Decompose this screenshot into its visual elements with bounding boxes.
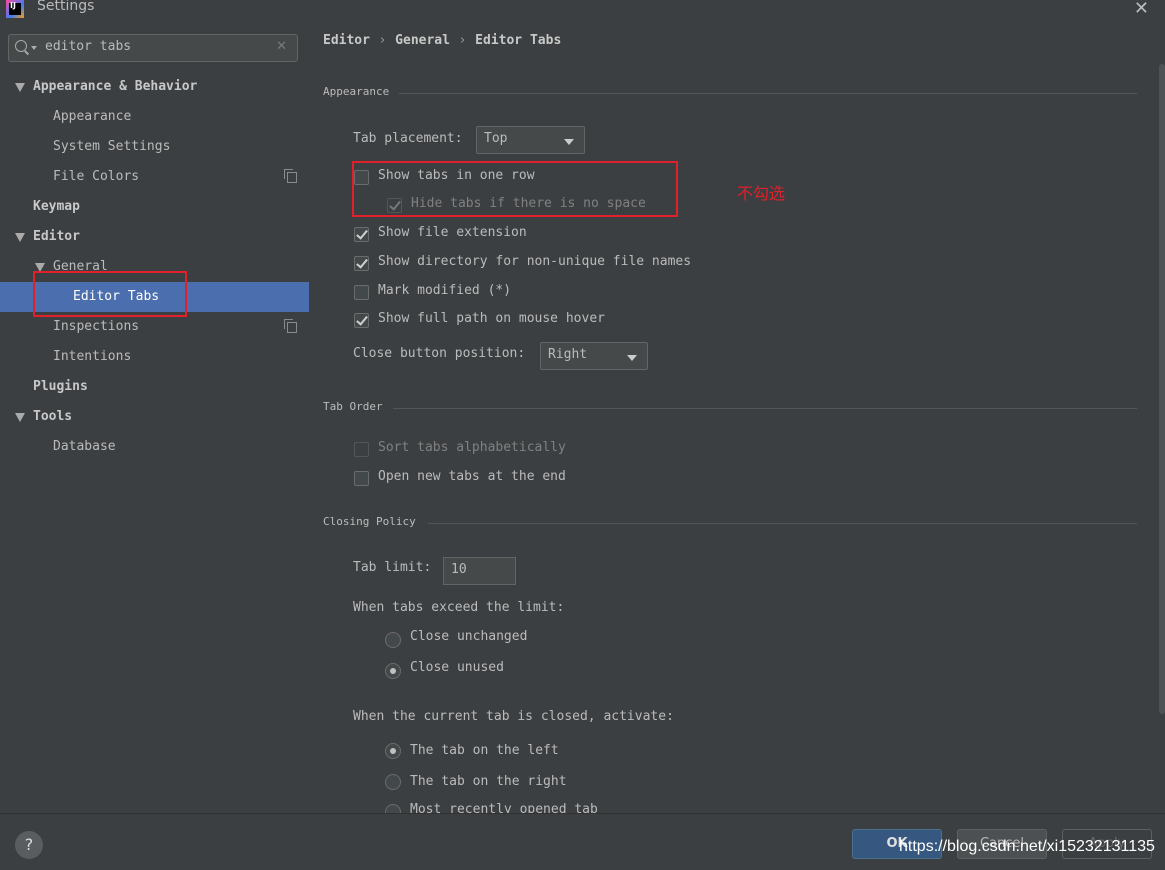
most-recent-label[interactable]: Most recently opened tab bbox=[410, 802, 598, 813]
tree-item-system-settings[interactable]: System Settings bbox=[0, 132, 309, 162]
close-unused-label[interactable]: Close unused bbox=[410, 660, 504, 675]
expand-arrow-icon[interactable] bbox=[15, 233, 25, 242]
mark-modified-label[interactable]: Mark modified (*) bbox=[378, 283, 511, 298]
expand-arrow-icon[interactable] bbox=[15, 413, 25, 422]
breadcrumb-separator: › bbox=[379, 33, 386, 48]
tab-right-radio[interactable] bbox=[385, 774, 401, 790]
app-icon-text: IJ bbox=[10, 1, 16, 10]
tab-right-label[interactable]: The tab on the right bbox=[410, 774, 567, 789]
close-icon[interactable]: ✕ bbox=[1134, 0, 1149, 19]
mark-modified-checkbox[interactable] bbox=[354, 285, 369, 300]
divider bbox=[428, 523, 1137, 524]
activate-label: When the current tab is closed, activate… bbox=[353, 709, 674, 724]
window-title: Settings bbox=[37, 0, 95, 14]
open-at-end-checkbox[interactable] bbox=[354, 471, 369, 486]
search-history-chevron-icon[interactable] bbox=[31, 46, 37, 50]
breadcrumb: Editor › General › Editor Tabs bbox=[323, 33, 561, 48]
annotation-highlight-box bbox=[352, 161, 678, 217]
search-value[interactable]: editor tabs bbox=[45, 39, 131, 54]
dialog-footer: ? OK Cancel Apply https://blog.csdn.net/… bbox=[0, 813, 1165, 870]
close-button-position-label: Close button position: bbox=[353, 346, 526, 361]
close-button-position-value: Right bbox=[548, 347, 588, 362]
tab-limit-label: Tab limit: bbox=[353, 560, 432, 575]
show-directory-label[interactable]: Show directory for non-unique file names bbox=[378, 254, 691, 269]
section-title-tab-order: Tab Order bbox=[323, 400, 383, 413]
tree-item-label: System Settings bbox=[53, 139, 171, 154]
tree-item-label: File Colors bbox=[53, 169, 140, 184]
tab-placement-select[interactable]: Top bbox=[476, 126, 585, 154]
tree-item-intentions[interactable]: Intentions bbox=[0, 342, 309, 372]
exceed-limit-label: When tabs exceed the limit: bbox=[353, 600, 565, 615]
tree-item-appearance-behavior[interactable]: Appearance & Behavior bbox=[0, 72, 309, 102]
tree-item-label: Appearance & Behavior bbox=[33, 79, 198, 94]
watermark: https://blog.csdn.net/xi15232131135 bbox=[899, 838, 1155, 855]
chevron-down-icon bbox=[564, 139, 574, 145]
most-recent-radio[interactable] bbox=[385, 804, 401, 813]
tab-limit-value[interactable]: 10 bbox=[451, 562, 467, 577]
show-file-extension-checkbox[interactable] bbox=[354, 227, 369, 242]
search-icon[interactable] bbox=[15, 40, 27, 52]
tab-limit-input[interactable]: 10 bbox=[443, 557, 516, 585]
section-title-closing-policy: Closing Policy bbox=[323, 515, 416, 528]
settings-sidebar: editor tabs ✕ Appearance & Behavior Appe… bbox=[0, 24, 309, 813]
section-title-appearance: Appearance bbox=[323, 85, 390, 98]
tree-item-label: Keymap bbox=[33, 199, 80, 214]
clear-icon[interactable]: ✕ bbox=[276, 39, 287, 54]
annotation-text: 不勾选 bbox=[737, 184, 786, 203]
show-file-extension-label[interactable]: Show file extension bbox=[378, 225, 527, 240]
divider bbox=[393, 408, 1137, 409]
tree-item-label: Editor bbox=[33, 229, 80, 244]
expand-arrow-icon[interactable] bbox=[15, 83, 25, 92]
tree-item-label: Intentions bbox=[53, 349, 132, 364]
show-full-path-label[interactable]: Show full path on mouse hover bbox=[378, 311, 605, 326]
tab-placement-label: Tab placement: bbox=[353, 131, 463, 146]
annotation-highlight-box bbox=[33, 271, 187, 317]
tree-item-keymap[interactable]: Keymap bbox=[0, 192, 309, 222]
breadcrumb-item: Editor Tabs bbox=[475, 33, 562, 48]
copy-icon bbox=[284, 319, 297, 333]
tree-item-label: Database bbox=[53, 439, 116, 454]
open-at-end-label[interactable]: Open new tabs at the end bbox=[378, 469, 566, 484]
app-logo-icon: IJ bbox=[6, 0, 24, 18]
title-bar: IJ Settings ✕ bbox=[0, 0, 1165, 24]
tree-item-appearance[interactable]: Appearance bbox=[0, 102, 309, 132]
close-unchanged-label[interactable]: Close unchanged bbox=[410, 629, 527, 644]
close-button-position-select[interactable]: Right bbox=[540, 342, 648, 370]
clipped-row: Most recently opened tab bbox=[309, 800, 1165, 813]
tree-item-label: Tools bbox=[33, 409, 73, 424]
tree-item-plugins[interactable]: Plugins bbox=[0, 372, 309, 402]
tree-item-database[interactable]: Database bbox=[0, 432, 309, 462]
search-input[interactable]: editor tabs ✕ bbox=[8, 34, 298, 62]
copy-icon bbox=[284, 169, 297, 183]
chevron-down-icon bbox=[627, 355, 637, 361]
settings-content: Editor › General › Editor Tabs Appearance Ta… bbox=[309, 24, 1165, 813]
breadcrumb-item[interactable]: General bbox=[395, 33, 450, 48]
sort-alphabetically-label: Sort tabs alphabetically bbox=[378, 440, 566, 455]
show-full-path-checkbox[interactable] bbox=[354, 313, 369, 328]
tree-item-file-colors[interactable]: File Colors bbox=[0, 162, 309, 192]
tree-item-label: Plugins bbox=[33, 379, 88, 394]
close-unchanged-radio[interactable] bbox=[385, 632, 401, 648]
close-unused-radio[interactable] bbox=[385, 663, 401, 679]
tab-left-label[interactable]: The tab on the left bbox=[410, 743, 559, 758]
tree-item-editor[interactable]: Editor bbox=[0, 222, 309, 252]
tree-item-label: Appearance bbox=[53, 109, 132, 124]
tree-item-tools[interactable]: Tools bbox=[0, 402, 309, 432]
sort-alphabetically-checkbox[interactable] bbox=[354, 442, 369, 457]
tab-placement-value: Top bbox=[484, 131, 508, 146]
breadcrumb-separator: › bbox=[459, 33, 466, 48]
tab-left-radio[interactable] bbox=[385, 743, 401, 759]
show-directory-checkbox[interactable] bbox=[354, 256, 369, 271]
breadcrumb-item[interactable]: Editor bbox=[323, 33, 370, 48]
vertical-scrollbar[interactable] bbox=[1159, 64, 1165, 714]
divider bbox=[399, 93, 1137, 94]
help-icon[interactable]: ? bbox=[15, 831, 43, 859]
